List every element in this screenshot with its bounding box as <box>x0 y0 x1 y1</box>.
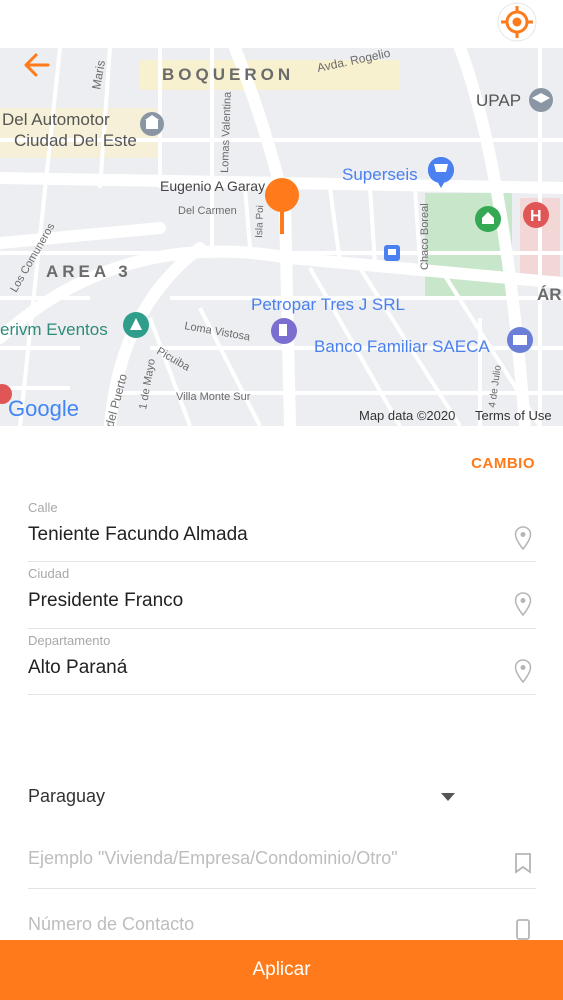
map-label-julio: 4 de Julio <box>487 364 504 408</box>
map-label-boqueron: BOQUERON <box>162 65 294 84</box>
reference-input[interactable] <box>28 848 498 869</box>
arrow-left-icon[interactable] <box>22 50 52 80</box>
poi-fuel-icon[interactable] <box>271 318 297 344</box>
dropdown-arrow-icon[interactable] <box>440 792 456 802</box>
map-view[interactable]: BOQUERON Avda. Rogelio UPAP Del Automoto… <box>0 48 563 426</box>
map-label-erivm: erivm Eventos <box>0 320 108 339</box>
department-label: Departamento <box>28 633 111 648</box>
map-label-area-right: ÁR <box>537 285 562 304</box>
poi-bank-icon[interactable] <box>507 327 533 353</box>
location-pin-icon[interactable] <box>514 526 532 550</box>
map-label-del-carmen: Del Carmen <box>178 205 237 217</box>
city-label: Ciudad <box>28 566 70 581</box>
map-label-los-comuneros: Los Comuneros <box>8 221 57 295</box>
street-value[interactable]: Teniente Facundo Almada <box>28 524 248 546</box>
poi-park-icon[interactable] <box>475 206 501 232</box>
map-data-attribution: Map data ©2020 <box>359 408 455 423</box>
map-label-mariscal: Maris <box>89 59 108 90</box>
cambio-button[interactable]: CAMBIO <box>471 455 535 472</box>
street-field[interactable]: Calle Teniente Facundo Almada <box>28 500 536 562</box>
city-value[interactable]: Presidente Franco <box>28 590 183 612</box>
map-label-chaco-boreal: Chaco Boreal <box>419 203 431 270</box>
street-label: Calle <box>28 500 58 515</box>
map-label-upap: UPAP <box>476 91 521 110</box>
phone-icon[interactable] <box>514 918 532 940</box>
country-select[interactable]: Paraguay <box>28 786 105 807</box>
terms-of-use-link[interactable]: Terms of Use <box>475 408 552 423</box>
poi-museum-icon[interactable] <box>140 112 164 136</box>
bookmark-icon[interactable] <box>514 852 532 874</box>
top-bar <box>0 0 563 48</box>
google-logo: Google <box>8 396 79 421</box>
map-label-del-puerto: del Puerto <box>102 372 130 426</box>
location-pin-icon[interactable] <box>514 592 532 616</box>
crosshair-icon[interactable] <box>497 2 537 42</box>
map-label-del-automotor: Del Automotor <box>2 110 110 129</box>
svg-text:H: H <box>530 208 542 225</box>
map-label-mayo: 1 de Mayo <box>137 358 158 411</box>
map-label-lomas-valentina: Lomas Valentina <box>219 91 234 173</box>
poi-upap-icon[interactable] <box>529 88 553 112</box>
contact-input[interactable] <box>28 914 498 935</box>
map-label-isla-poi: Isla Poi <box>254 205 266 238</box>
map-label-superseis: Superseis <box>342 165 418 184</box>
map-label-banco: Banco Familiar SAECA <box>314 337 490 356</box>
map-label-eugenio: Eugenio A Garay <box>160 178 265 194</box>
map-label-petropar: Petropar Tres J SRL <box>251 295 405 314</box>
apply-button[interactable]: Aplicar <box>0 940 563 1000</box>
city-field[interactable]: Ciudad Presidente Franco <box>28 566 536 629</box>
department-field[interactable]: Departamento Alto Paraná <box>28 633 536 695</box>
map-label-ciudad-del-este: Ciudad Del Este <box>14 131 137 150</box>
map-label-area3: AREA 3 <box>46 262 132 281</box>
location-pin-icon[interactable] <box>514 659 532 683</box>
reference-field[interactable] <box>28 848 536 889</box>
poi-events-icon[interactable] <box>123 312 149 338</box>
department-value[interactable]: Alto Paraná <box>28 657 127 679</box>
poi-hospital-icon[interactable]: H <box>523 202 549 228</box>
selected-location-pin-icon[interactable] <box>265 178 299 234</box>
bus-stop-icon[interactable] <box>384 245 400 261</box>
map-label-villa-monte: Villa Monte Sur <box>176 391 251 403</box>
map-canvas[interactable]: BOQUERON Avda. Rogelio UPAP Del Automoto… <box>0 48 563 426</box>
